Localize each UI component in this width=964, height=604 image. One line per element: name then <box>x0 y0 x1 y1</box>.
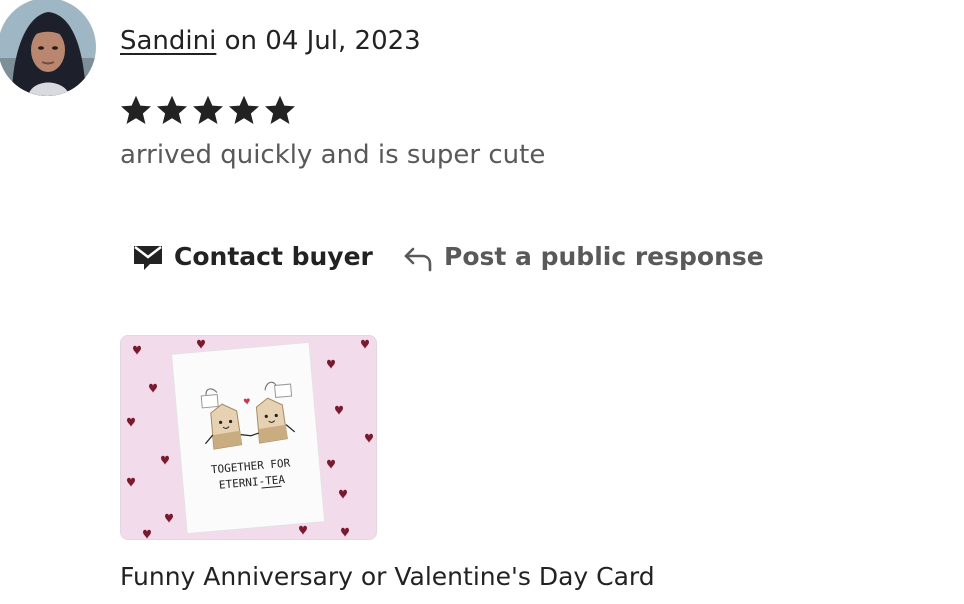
avatar-image <box>0 0 96 96</box>
review-text: arrived quickly and is super cute <box>120 140 546 170</box>
star-icon <box>121 95 151 124</box>
star-icon <box>229 95 259 124</box>
review-meta: Sandini on 04 Jul, 2023 <box>120 24 421 58</box>
contact-buyer-button[interactable]: Contact buyer <box>132 240 373 272</box>
post-public-response-label: Post a public response <box>444 241 764 271</box>
envelope-icon <box>134 246 162 270</box>
card-illustration: TOGETHER FOR ETERNI-TEA <box>121 336 376 539</box>
star-rating <box>118 86 298 134</box>
listing-thumbnail[interactable]: TOGETHER FOR ETERNI-TEA <box>120 335 377 540</box>
date-prefix: on <box>216 26 266 56</box>
author-link[interactable]: Sandini <box>120 26 216 56</box>
avatar[interactable] <box>0 0 96 96</box>
contact-buyer-label: Contact buyer <box>174 241 373 271</box>
star-icon <box>193 95 223 124</box>
star-icon <box>157 95 187 124</box>
star-icon <box>265 95 295 124</box>
post-public-response-button[interactable]: Post a public response <box>402 240 764 272</box>
listing-title[interactable]: Funny Anniversary or Valentine's Day Car… <box>120 560 655 594</box>
reply-arrow-icon <box>404 247 432 272</box>
review-date: 04 Jul, 2023 <box>265 26 421 56</box>
review-card: Sandini on 04 Jul, 2023 arrived quickly … <box>0 0 964 604</box>
